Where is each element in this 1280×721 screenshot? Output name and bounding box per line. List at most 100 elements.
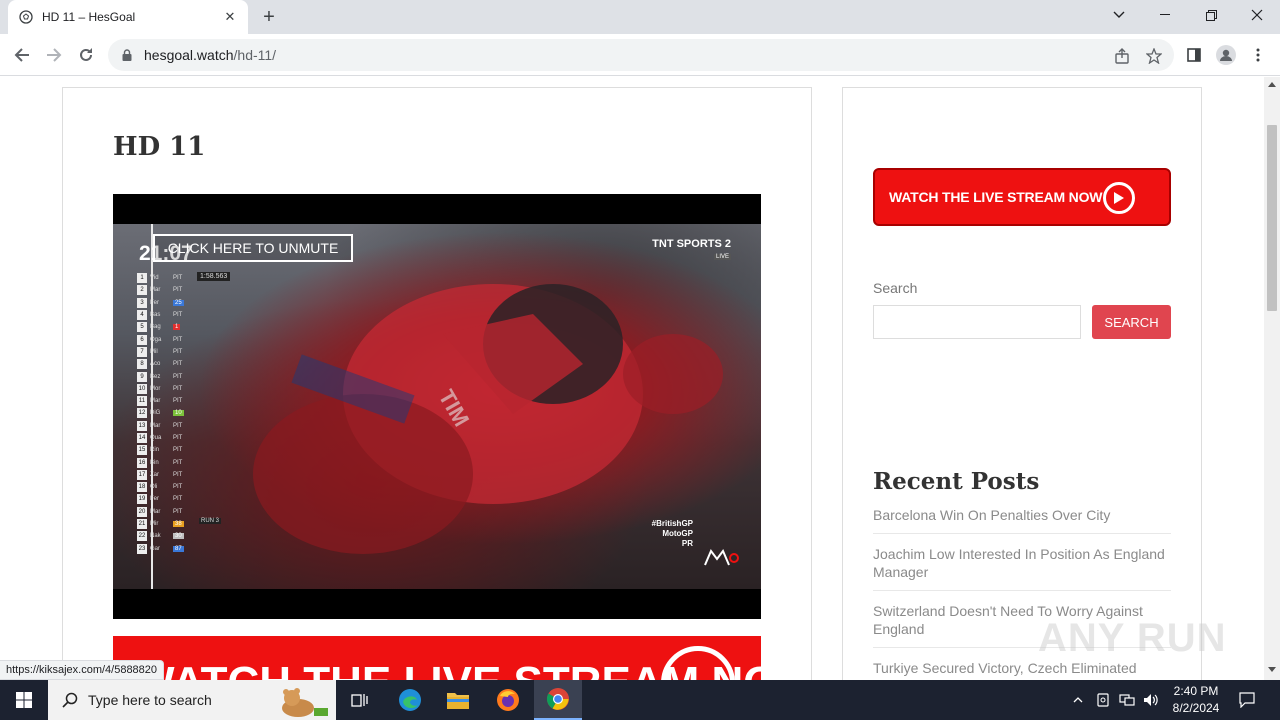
leaderboard-status: PIT [173, 422, 183, 429]
address-bar[interactable]: hesgoal.watch/hd-11/ [108, 39, 1174, 71]
new-tab-button[interactable]: + [256, 5, 282, 29]
leaderboard-position: 8 [137, 359, 147, 370]
volume-icon[interactable] [1140, 680, 1162, 720]
hashtag-sub2: PR [681, 539, 693, 548]
leaderboard-status: PIT [173, 435, 183, 441]
stream-banner[interactable]: WATCH THE LIVE STREAM NOW [113, 636, 761, 680]
leaderboard-status: 10 [173, 410, 184, 417]
play-icon [1103, 182, 1135, 214]
leaderboard-status: 25 [173, 299, 184, 306]
notifications-icon[interactable] [1232, 680, 1262, 720]
leaderboard-status: PIT [173, 447, 183, 454]
restore-button[interactable] [1188, 0, 1234, 30]
watch-live-button[interactable]: WATCH THE LIVE STREAM NOW [873, 168, 1171, 226]
video-frame[interactable]: TIM 21:07 CLICK HERE TO UNMUTE TNT SPORT… [113, 224, 761, 589]
sidebar: WATCH THE LIVE STREAM NOW Search SEARCH … [842, 87, 1202, 680]
leaderboard-rider: DiG [150, 410, 161, 417]
tab-title: HD 11 – HesGoal [42, 10, 136, 24]
leaderboard-row: 16 Bin PIT [137, 456, 197, 468]
leaderboard-rider: Gar [150, 545, 161, 552]
taskbar-search[interactable]: Type here to search [48, 680, 336, 720]
leaderboard-row: 5 Bag 1 [137, 321, 197, 333]
recent-posts-title: Recent Posts [873, 468, 1040, 495]
system-clock[interactable]: 2:40 PM 8/2/2024 [1166, 683, 1226, 717]
browser-tab[interactable]: HD 11 – HesGoal ✕ [8, 0, 248, 34]
leaderboard-rider: Fer [150, 496, 159, 503]
scroll-up-icon[interactable] [1268, 82, 1276, 87]
task-view-icon[interactable] [336, 680, 384, 720]
leaderboard-row: 15 Rin PIT [137, 444, 197, 456]
browser-toolbar: hesgoal.watch/hd-11/ [0, 34, 1280, 76]
windows-taskbar: Type here to search 2:40 PM 8/2/2024 [0, 680, 1280, 720]
leaderboard-row: 4 Bas PIT [137, 309, 197, 321]
search-button[interactable]: SEARCH [1092, 305, 1171, 339]
leaderboard-position: 6 [137, 334, 147, 345]
firefox-icon[interactable] [484, 680, 532, 720]
leaderboard-rider: Qua [150, 435, 162, 441]
leaderboard-position: 11 [137, 396, 147, 407]
leaderboard-status: 30 [173, 533, 184, 540]
leaderboard-status: PIT [173, 471, 183, 478]
leaderboard-rider: Mil [150, 348, 158, 355]
recent-post-link[interactable]: Joachim Low Interested In Position As En… [873, 545, 1171, 591]
leaderboard-position: 16 [137, 457, 147, 468]
scrollbar-thumb[interactable] [1267, 125, 1277, 311]
search-label: Search [873, 280, 918, 296]
leaderboard-rider: Vid [150, 275, 159, 282]
device-icon[interactable] [1092, 680, 1114, 720]
edge-icon[interactable] [386, 680, 434, 720]
file-explorer-icon[interactable] [434, 680, 482, 720]
tab-strip: HD 11 – HesGoal ✕ + [0, 0, 1280, 34]
minimize-button[interactable] [1142, 0, 1188, 30]
leaderboard-position: 2 [137, 285, 147, 296]
network-icon[interactable] [1116, 680, 1138, 720]
video-player[interactable]: TIM 21:07 CLICK HERE TO UNMUTE TNT SPORT… [113, 194, 761, 619]
article-card: HD 11 TIM 21:07 CLICK HERE TO UNMUTE TNT… [62, 87, 812, 680]
close-tab-icon[interactable]: ✕ [222, 9, 238, 25]
leaderboard-position: 20 [137, 506, 147, 517]
back-button[interactable] [8, 41, 36, 69]
reload-button[interactable] [72, 41, 100, 69]
leaderboard-row: 7 Mil PIT [137, 346, 197, 358]
url-path: /hd-11/ [233, 47, 277, 63]
leaderboard-row: 18 Oli PIT [137, 481, 197, 493]
leaderboard-rider: Bin [150, 459, 159, 466]
motogp-logo-icon [703, 549, 739, 567]
leaderboard-row: 22 Nak 30 [137, 530, 197, 542]
bookmark-star-icon[interactable] [1145, 47, 1163, 65]
leaderboard-position: 18 [137, 482, 147, 493]
broadcaster-logo: TNT SPORTS 2 [652, 238, 731, 250]
scroll-down-icon[interactable] [1268, 667, 1276, 672]
watch-live-label: WATCH THE LIVE STREAM NOW [889, 189, 1103, 205]
page-scrollbar[interactable] [1264, 77, 1280, 680]
tab-search-icon[interactable] [1096, 0, 1142, 30]
search-icon [62, 692, 78, 708]
leaderboard-row: 12 DiG 10 [137, 407, 197, 419]
unmute-button[interactable]: CLICK HERE TO UNMUTE [153, 234, 353, 262]
leaderboard-status: PIT [173, 496, 183, 503]
leaderboard-position: 21 [137, 519, 147, 530]
leaderboard-status: PIT [173, 336, 183, 343]
chrome-icon[interactable] [534, 680, 582, 720]
recent-post-link[interactable]: Turkiye Secured Victory, Czech Eliminate… [873, 659, 1171, 680]
profile-avatar-icon[interactable] [1214, 43, 1238, 67]
share-icon[interactable] [1113, 47, 1131, 65]
search-input[interactable] [873, 305, 1081, 339]
leaderboard-rider: Zar [150, 471, 159, 478]
menu-dots-icon[interactable] [1246, 43, 1270, 67]
side-panel-icon[interactable] [1182, 43, 1206, 67]
recent-post-link[interactable]: Barcelona Win On Penalties Over City [873, 506, 1171, 534]
leaderboard-position: 19 [137, 494, 147, 505]
tray-chevron-icon[interactable] [1068, 680, 1088, 720]
leaderboard-position: 3 [137, 297, 147, 308]
leaderboard-rider: Rin [150, 447, 160, 454]
leaderboard-row: 1 Vid PIT [137, 272, 197, 284]
leaderboard-position: 7 [137, 346, 147, 357]
leaderboard-row: 20 Mar PIT [137, 506, 197, 518]
start-button[interactable] [0, 680, 48, 720]
forward-button[interactable] [40, 41, 68, 69]
close-window-button[interactable] [1234, 0, 1280, 30]
lock-icon[interactable] [120, 48, 134, 62]
leaderboard-rider: Bag [150, 324, 161, 331]
leaderboard-row: 3 Fer 25 [137, 297, 197, 309]
